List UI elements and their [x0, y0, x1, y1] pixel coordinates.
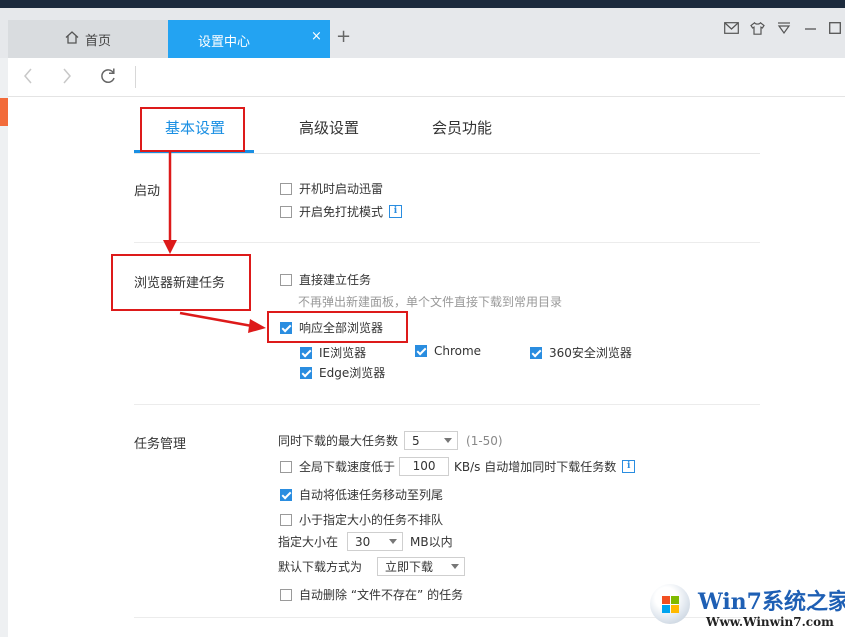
annotation-box-browser-section	[111, 254, 251, 311]
annotation-box-respond-all	[267, 311, 408, 343]
skin-icon[interactable]	[750, 21, 765, 38]
max-tasks-value: 5	[412, 434, 420, 448]
windows-logo-icon	[650, 584, 690, 624]
do-not-disturb-checkbox[interactable]	[280, 205, 292, 218]
forward-icon[interactable]	[61, 66, 73, 89]
section-startup-title: 启动	[134, 184, 161, 199]
default-method-value: 立即下载	[385, 560, 434, 574]
no-queue-small-checkbox[interactable]	[280, 513, 292, 526]
watermark-url: Www.Winwin7.com	[706, 615, 834, 629]
section-divider	[134, 404, 760, 405]
option-ie-browser[interactable]: IE浏览器	[300, 344, 366, 361]
option-label: Edge浏览器	[319, 366, 386, 380]
speed-suffix: KB/s 自动增加同时下载任务数	[454, 460, 617, 474]
chevron-down-icon	[451, 564, 460, 569]
option-label: 直接建立任务	[299, 273, 372, 287]
option-edge-browser[interactable]: Edge浏览器	[300, 364, 385, 381]
ie-browser-checkbox[interactable]	[300, 346, 312, 359]
option-360-browser[interactable]: 360安全浏览器	[530, 344, 632, 361]
max-tasks-label: 同时下载的最大任务数	[278, 434, 399, 448]
tab-home-label: 首页	[84, 33, 111, 49]
row-max-tasks: 同时下载的最大任务数 5 (1-50)	[278, 431, 503, 450]
launch-on-boot-checkbox[interactable]	[280, 182, 292, 195]
refresh-icon[interactable]	[99, 66, 117, 89]
max-tasks-range: (1-50)	[466, 433, 503, 448]
max-tasks-select[interactable]: 5	[404, 431, 459, 450]
tab-home[interactable]: 首页	[8, 20, 168, 58]
size-limit-value: 30	[355, 535, 371, 549]
option-do-not-disturb[interactable]: 开启免打扰模式 i	[280, 203, 403, 220]
size-limit-select[interactable]: 30	[347, 532, 404, 551]
speed-threshold-input[interactable]: 100	[399, 457, 450, 476]
tab-member-features[interactable]: 会员功能	[432, 117, 492, 138]
option-direct-create[interactable]: 直接建立任务	[280, 271, 371, 288]
option-label: 自动删除 “文件不存在” 的任务	[299, 588, 464, 602]
option-move-slow-tasks[interactable]: 自动将低速任务移动至列尾	[280, 486, 443, 503]
move-slow-tasks-checkbox[interactable]	[280, 488, 292, 501]
close-tab-icon[interactable]: ×	[311, 29, 322, 44]
section-task-title: 任务管理	[134, 437, 187, 452]
chrome-checkbox[interactable]	[415, 345, 427, 357]
default-method-label: 默认下载方式为	[278, 560, 363, 574]
menu-dropdown-icon[interactable]	[777, 22, 791, 38]
size-label: 指定大小在	[278, 535, 339, 549]
left-edge-badge[interactable]	[0, 98, 8, 126]
watermark: Win7系统之家 Www.Winwin7.com	[640, 580, 845, 637]
address-separator	[135, 66, 136, 88]
option-label: 开机时启动迅雷	[299, 182, 384, 196]
360-browser-checkbox[interactable]	[530, 346, 542, 359]
row-speed-threshold: 全局下载速度低于 100 KB/s 自动增加同时下载任务数 i	[280, 457, 636, 476]
left-edge-panel	[0, 58, 8, 637]
default-method-select[interactable]: 立即下载	[377, 557, 466, 576]
row-default-method: 默认下载方式为 立即下载	[278, 557, 466, 576]
back-icon[interactable]	[22, 66, 34, 89]
auto-delete-missing-checkbox[interactable]	[280, 588, 292, 601]
new-tab-icon[interactable]: +	[336, 28, 351, 46]
chevron-down-icon	[444, 438, 453, 443]
speed-threshold-checkbox[interactable]	[280, 460, 292, 473]
chevron-down-icon	[389, 539, 398, 544]
option-launch-on-boot[interactable]: 开机时启动迅雷	[280, 180, 383, 197]
option-label: 小于指定大小的任务不排队	[299, 513, 444, 527]
tab-settings-center[interactable]: 设置中心 ×	[168, 20, 330, 58]
option-label: 360安全浏览器	[549, 346, 632, 360]
option-label: IE浏览器	[319, 346, 367, 360]
maximize-icon[interactable]	[829, 22, 841, 37]
info-icon[interactable]: i	[622, 460, 636, 473]
settings-panel: 基本设置 高级设置 会员功能 启动 开机时启动迅雷 开启免打扰模式 i 浏览器新…	[8, 97, 845, 637]
watermark-title: Win7系统之家	[698, 589, 845, 615]
direct-create-checkbox[interactable]	[280, 273, 292, 286]
annotation-box-basic-tab	[140, 107, 245, 152]
minimize-icon[interactable]	[804, 22, 817, 38]
row-size-limit: 指定大小在 30 MB以内	[278, 532, 453, 551]
tab-bar: 首页 设置中心 × +	[0, 8, 845, 58]
size-suffix: MB以内	[410, 535, 453, 549]
option-no-queue-small[interactable]: 小于指定大小的任务不排队	[280, 511, 443, 528]
option-label: Chrome	[434, 344, 482, 358]
info-icon[interactable]: i	[389, 205, 403, 218]
section-divider	[134, 242, 760, 243]
option-auto-delete-missing[interactable]: 自动删除 “文件不存在” 的任务	[280, 586, 463, 603]
option-chrome[interactable]: Chrome	[415, 344, 481, 358]
speed-label: 全局下载速度低于	[299, 460, 396, 474]
home-icon	[65, 30, 79, 48]
option-label: 开启免打扰模式	[299, 205, 384, 219]
mail-icon[interactable]	[724, 22, 739, 37]
title-strip	[0, 0, 845, 8]
direct-create-description: 不再弹出新建面板，单个文件直接下载到常用目录	[298, 295, 563, 309]
navigation-bar	[8, 58, 845, 97]
edge-browser-checkbox[interactable]	[300, 366, 312, 379]
option-label: 自动将低速任务移动至列尾	[299, 488, 444, 502]
tab-settings-label: 设置中心	[198, 35, 251, 50]
tab-advanced-settings[interactable]: 高级设置	[299, 117, 359, 138]
